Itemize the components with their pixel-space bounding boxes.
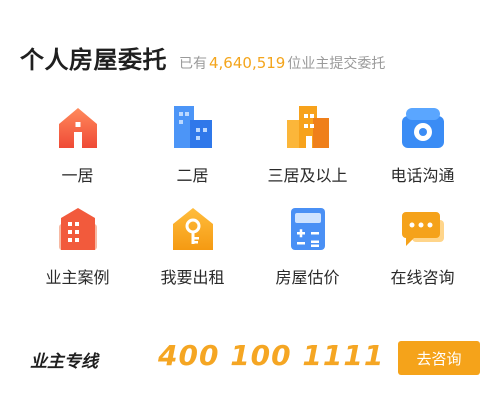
tall-building-icon <box>281 100 335 154</box>
owner-hotline: 业主专线 400 100 1111 去咨询 <box>30 335 480 385</box>
hotline-phone-number[interactable]: 400 100 1111 <box>158 339 384 372</box>
entry-house-valuation[interactable]: 房屋估价 <box>250 202 365 288</box>
telephone-icon <box>396 100 450 154</box>
entry-label: 在线咨询 <box>390 268 455 287</box>
entry-label: 业主案例 <box>45 268 110 287</box>
entry-label: 房屋估价 <box>275 268 340 287</box>
entry-three-plus[interactable]: 三居及以上 <box>250 100 365 186</box>
hotline-label: 业主专线 <box>30 352 98 372</box>
entry-label: 我要出租 <box>160 268 225 287</box>
count-value: 4,640,519 <box>209 54 286 72</box>
entry-phone-contact[interactable]: 电话沟通 <box>365 100 480 186</box>
entry-two-room[interactable]: 二居 <box>135 100 250 186</box>
page-title: 个人房屋委托 <box>20 46 167 74</box>
document-icon <box>51 202 105 256</box>
count-prefix: 已有 <box>179 56 207 72</box>
count-suffix: 位业主提交委托 <box>287 56 386 72</box>
owner-count: 已有 4,640,519 位业主提交委托 <box>179 53 385 73</box>
entry-online-consult[interactable]: 在线咨询 <box>365 202 480 288</box>
calculator-icon <box>281 202 335 256</box>
key-house-icon <box>166 202 220 256</box>
entry-label: 三居及以上 <box>267 166 348 185</box>
entry-label: 电话沟通 <box>390 166 455 185</box>
entry-grid: 一居 二居 三居及以上 电话沟通 业主案例 我要出租 房屋估价 在线咨询 <box>20 100 480 288</box>
house-icon <box>51 100 105 154</box>
entry-label: 一居 <box>61 166 94 185</box>
entry-owner-cases[interactable]: 业主案例 <box>20 202 135 288</box>
entry-label: 二居 <box>176 166 209 185</box>
building-icon <box>166 100 220 154</box>
page-header: 个人房屋委托 已有 4,640,519 位业主提交委托 <box>20 40 385 75</box>
chat-bubble-icon <box>396 202 450 256</box>
entry-rent-out[interactable]: 我要出租 <box>135 202 250 288</box>
consult-button[interactable]: 去咨询 <box>398 341 480 375</box>
entry-one-room[interactable]: 一居 <box>20 100 135 186</box>
